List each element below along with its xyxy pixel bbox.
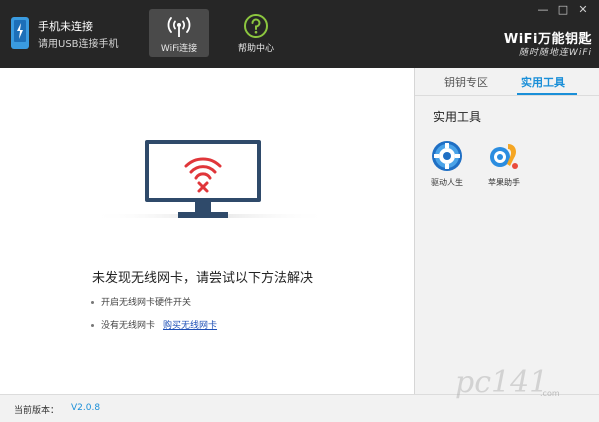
tip-text: 开启无线网卡硬件开关 <box>101 298 192 308</box>
main-panel: 未发现无线网卡，请尝试以下方法解决 开启无线网卡硬件开关 没有无线网卡 购买无线网… <box>0 68 414 394</box>
phone-connection-status[interactable]: 手机未连接 请用USB连接手机 <box>9 14 139 54</box>
nav-tab-help-center[interactable]: 帮助中心 <box>226 9 286 57</box>
utilities-heading: 实用工具 <box>433 110 482 124</box>
side-tab-bar: 钥钥专区 实用工具 <box>415 68 599 96</box>
apple-assistant-icon <box>490 144 518 169</box>
usb-phone-icon <box>11 17 29 49</box>
tool-apple-assistant[interactable]: 苹果助手 <box>480 140 528 190</box>
phone-status-title: 手机未连接 <box>38 20 93 33</box>
tool-driver-life[interactable]: 驱动人生 <box>423 140 471 190</box>
version-label: 当前版本： <box>14 406 60 416</box>
bullet-icon <box>91 324 94 327</box>
tip-no-wireless-card: 没有无线网卡 购买无线网卡 <box>91 318 217 331</box>
question-circle-icon <box>244 14 268 38</box>
maximize-button[interactable]: □ <box>556 4 570 16</box>
version-value: V2.0.8 <box>71 403 101 413</box>
buy-wireless-card-link[interactable]: 购买无线网卡 <box>163 321 217 331</box>
nav-tab-wifi-connect[interactable]: WiFi连接 <box>149 9 209 57</box>
nav-tab-help-center-label: 帮助中心 <box>237 44 274 54</box>
monitor-wifi-error-icon <box>90 140 330 218</box>
tip-text: 没有无线网卡 <box>101 321 156 331</box>
minimize-button[interactable]: — <box>536 4 550 16</box>
side-panel: 钥钥专区 实用工具 实用工具 驱动人生 苹果助手 <box>415 68 599 394</box>
gear-globe-icon <box>432 141 462 171</box>
tip-enable-wireless: 开启无线网卡硬件开关 <box>91 295 191 308</box>
tool-apple-assistant-label: 苹果助手 <box>488 178 520 187</box>
error-message-title: 未发现无线网卡，请尝试以下方法解决 <box>92 271 314 286</box>
tab-utilities[interactable]: 实用工具 <box>521 74 565 90</box>
title-bar: 手机未连接 请用USB连接手机 WiFi连接 帮助中心 — □ ✕ WiFi万能… <box>0 0 599 68</box>
watermark-domain: .com <box>540 389 560 398</box>
tab-key-zone[interactable]: 钥钥专区 <box>444 74 488 90</box>
active-tab-indicator <box>517 93 577 95</box>
phone-status-subtitle: 请用USB连接手机 <box>38 39 119 50</box>
bullet-icon <box>91 301 94 304</box>
wifi-signal-icon <box>167 17 191 37</box>
nav-tab-wifi-connect-label: WiFi连接 <box>160 44 198 54</box>
brand-slogan: 随时随地连WiFi <box>518 48 592 58</box>
close-button[interactable]: ✕ <box>576 4 590 16</box>
watermark-logo: pc141 <box>455 365 549 400</box>
status-bar: 当前版本： V2.0.8 pc141 .com <box>0 365 599 422</box>
tool-driver-life-label: 驱动人生 <box>431 178 463 187</box>
